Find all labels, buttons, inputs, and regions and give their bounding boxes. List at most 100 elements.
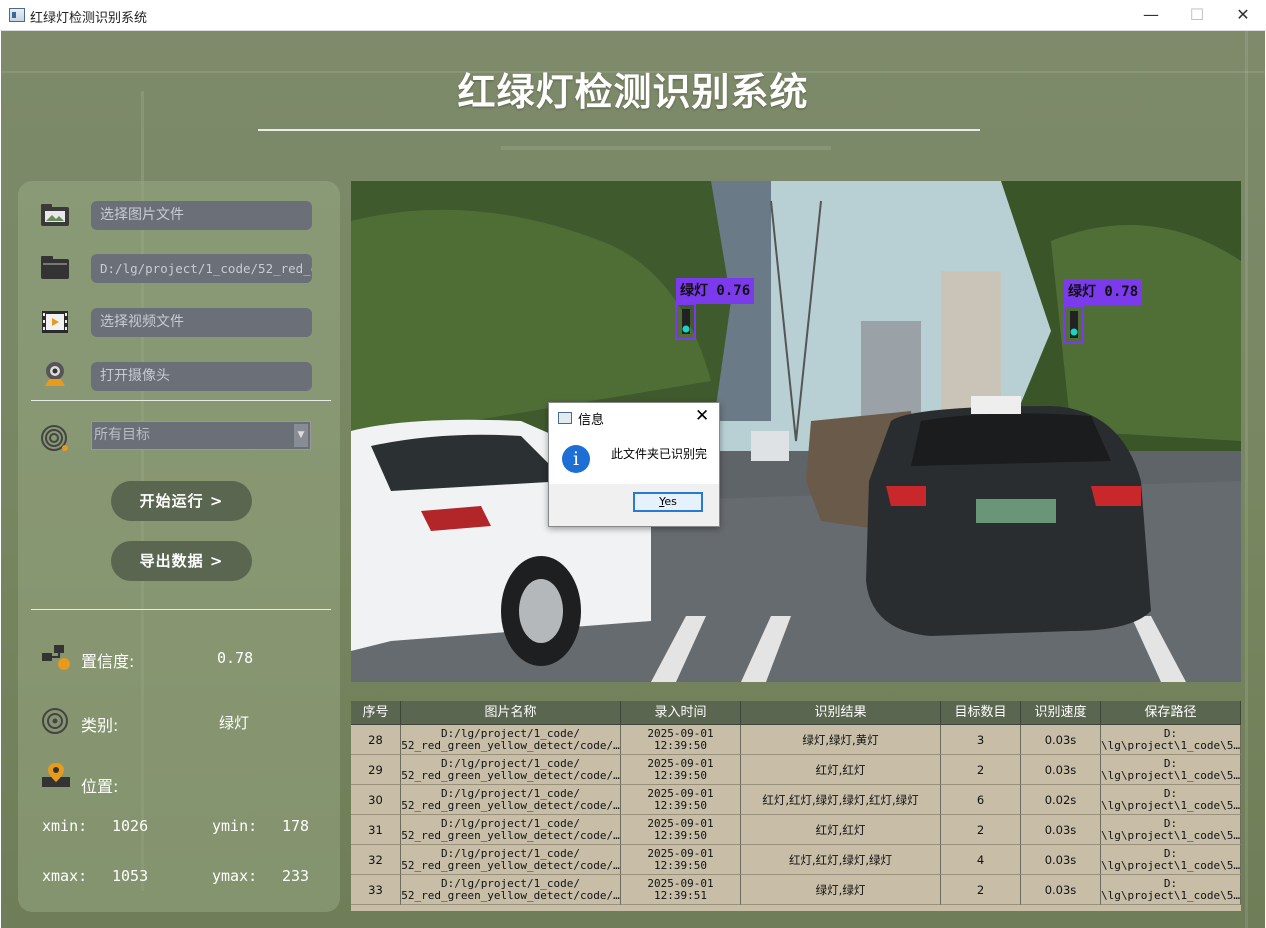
speed-cell: 0.03s — [1021, 725, 1101, 755]
dialog-message: 此文件夹已识别完 — [611, 447, 708, 461]
class-value: 绿灯 — [219, 714, 250, 732]
save-path-cell-text: D: \lg\project\1_code\5… — [1101, 876, 1241, 902]
image-name-cell-text: D:/lg/project/1_code/ 52_red_green_yello… — [401, 816, 620, 842]
yes-button-label: es — [664, 495, 677, 508]
speed-cell-text: 0.03s — [1044, 882, 1077, 897]
camera-icon — [45, 362, 65, 386]
position-label: 位置: — [81, 777, 119, 796]
detection-label: 绿灯 0.76 — [676, 278, 755, 304]
target-select-value: 所有目标 — [94, 427, 150, 443]
table-header: 序号 图片名称 录入时间 识别结果 目标数目 识别速度 保存路径 — [351, 701, 1241, 725]
save-path-cell-text: D: \lg\project\1_code\5… — [1101, 756, 1241, 782]
column-header[interactable]: 目标数目 — [941, 701, 1021, 725]
table-row[interactable]: 32 D:/lg/project/1_code/ 52_red_green_yel… — [351, 845, 1241, 875]
start-button[interactable]: 开始运行 > — [111, 481, 252, 521]
count-cell-text: 2 — [976, 762, 985, 777]
xmin-value: 1026 — [112, 817, 149, 835]
image-name-cell-text: D:/lg/project/1_code/ 52_red_green_yello… — [401, 846, 620, 872]
xmax-value: 1053 — [112, 867, 149, 885]
save-path-cell: D: \lg\project\1_code\5… — [1101, 725, 1241, 755]
column-header[interactable]: 识别速度 — [1021, 701, 1101, 725]
time-cell: 2025-09-01 12:39:50 — [621, 845, 741, 875]
result-cell: 绿灯,绿灯,黄灯 — [741, 725, 941, 755]
row-index-text: 29 — [368, 762, 383, 777]
image-name-cell-text: D:/lg/project/1_code/ 52_red_green_yello… — [401, 756, 620, 782]
column-header[interactable]: 保存路径 — [1101, 701, 1241, 725]
image-name-cell: D:/lg/project/1_code/ 52_red_green_yello… — [401, 725, 621, 755]
close-button[interactable]: ✕ — [1220, 0, 1266, 30]
row-index-text: 33 — [368, 882, 383, 897]
speed-cell-text: 0.03s — [1044, 732, 1077, 747]
count-cell: 3 — [941, 725, 1021, 755]
row-index: 29 — [351, 755, 401, 785]
table-row[interactable]: 31 D:/lg/project/1_code/ 52_red_green_yel… — [351, 815, 1241, 845]
street-scene-image — [351, 181, 1241, 682]
row-index: 31 — [351, 815, 401, 845]
dialog-body: i 此文件夹已识别完 — [549, 432, 719, 484]
image-name-cell-text: D:/lg/project/1_code/ 52_red_green_yello… — [401, 726, 620, 752]
row-index-text: 32 — [368, 852, 383, 867]
save-path-cell: D: \lg\project\1_code\5… — [1101, 815, 1241, 845]
row-index: 32 — [351, 845, 401, 875]
count-cell-text: 2 — [976, 882, 985, 897]
speed-cell: 0.02s — [1021, 785, 1101, 815]
image-file-icon — [41, 204, 69, 226]
title-underline — [258, 129, 980, 131]
time-cell: 2025-09-01 12:39:50 — [621, 785, 741, 815]
table-row[interactable]: 28 D:/lg/project/1_code/ 52_red_green_yel… — [351, 725, 1241, 755]
column-header[interactable]: 录入时间 — [621, 701, 741, 725]
save-path-cell: D: \lg\project\1_code\5… — [1101, 875, 1241, 905]
class-label: 类别: — [81, 716, 119, 735]
image-file-input[interactable]: 选择图片文件 — [91, 201, 312, 230]
target-icon — [41, 425, 68, 451]
save-path-cell: D: \lg\project\1_code\5… — [1101, 845, 1241, 875]
export-button[interactable]: 导出数据 > — [111, 541, 252, 581]
page-title: 红绿灯检测识别系统 — [457, 70, 809, 114]
ymax-label: ymax: — [212, 867, 258, 885]
save-path-cell-text: D: \lg\project\1_code\5… — [1101, 816, 1241, 842]
save-path-cell: D: \lg\project\1_code\5… — [1101, 755, 1241, 785]
count-cell: 4 — [941, 845, 1021, 875]
column-header[interactable]: 序号 — [351, 701, 401, 725]
camera-input[interactable]: 打开摄像头 — [91, 362, 312, 391]
count-cell: 6 — [941, 785, 1021, 815]
row-index-text: 28 — [368, 732, 383, 747]
table-row[interactable]: 30 D:/lg/project/1_code/ 52_red_green_yel… — [351, 785, 1241, 815]
video-file-input[interactable]: 选择视频文件 — [91, 308, 312, 337]
column-header[interactable]: 识别结果 — [741, 701, 941, 725]
target-select[interactable]: 所有目标 ▼ — [91, 421, 311, 450]
location-pin-icon — [42, 763, 70, 787]
image-name-cell: D:/lg/project/1_code/ 52_red_green_yello… — [401, 815, 621, 845]
result-cell-text: 红灯,红灯,绿灯,绿灯,红灯,绿灯 — [762, 792, 919, 807]
row-index-text: 31 — [368, 822, 383, 837]
result-cell-text: 红灯,红灯,绿灯,绿灯 — [789, 852, 892, 867]
count-cell: 2 — [941, 755, 1021, 785]
save-path-cell: D: \lg\project\1_code\5… — [1101, 785, 1241, 815]
detection-view: 绿灯 0.76 绿灯 0.78 — [351, 181, 1241, 682]
save-path-cell-text: D: \lg\project\1_code\5… — [1101, 786, 1241, 812]
dialog-close-icon[interactable]: ✕ — [695, 406, 709, 426]
table-row[interactable]: 33 D:/lg/project/1_code/ 52_red_green_yel… — [351, 875, 1241, 905]
row-index: 28 — [351, 725, 401, 755]
row-index: 33 — [351, 875, 401, 905]
yes-button[interactable]: Yes — [633, 492, 703, 512]
image-name-cell: D:/lg/project/1_code/ 52_red_green_yello… — [401, 785, 621, 815]
ymin-label: ymin: — [212, 817, 258, 835]
column-header[interactable]: 图片名称 — [401, 701, 621, 725]
time-cell-text: 2025-09-01 12:39:51 — [647, 876, 714, 902]
ymin-value: 178 — [282, 817, 310, 835]
folder-path-input[interactable]: D:/lg/project/1_code/52_red_green_yellow… — [91, 254, 312, 283]
row-index-text: 30 — [368, 792, 383, 807]
video-file-icon — [42, 311, 68, 333]
speed-cell-text: 0.03s — [1044, 852, 1077, 867]
table-row[interactable]: 29 D:/lg/project/1_code/ 52_red_green_yel… — [351, 755, 1241, 785]
background-decoration — [1245, 31, 1248, 928]
count-cell-text: 2 — [976, 822, 985, 837]
window-title: 红绿灯检测识别系统 — [30, 11, 148, 26]
speed-cell: 0.03s — [1021, 875, 1101, 905]
chevron-down-icon[interactable]: ▼ — [294, 424, 308, 447]
time-cell: 2025-09-01 12:39:50 — [621, 815, 741, 845]
minimize-button[interactable]: — — [1128, 0, 1174, 30]
result-cell-text: 红灯,红灯 — [815, 822, 866, 837]
maximize-button[interactable]: ☐ — [1174, 0, 1220, 30]
